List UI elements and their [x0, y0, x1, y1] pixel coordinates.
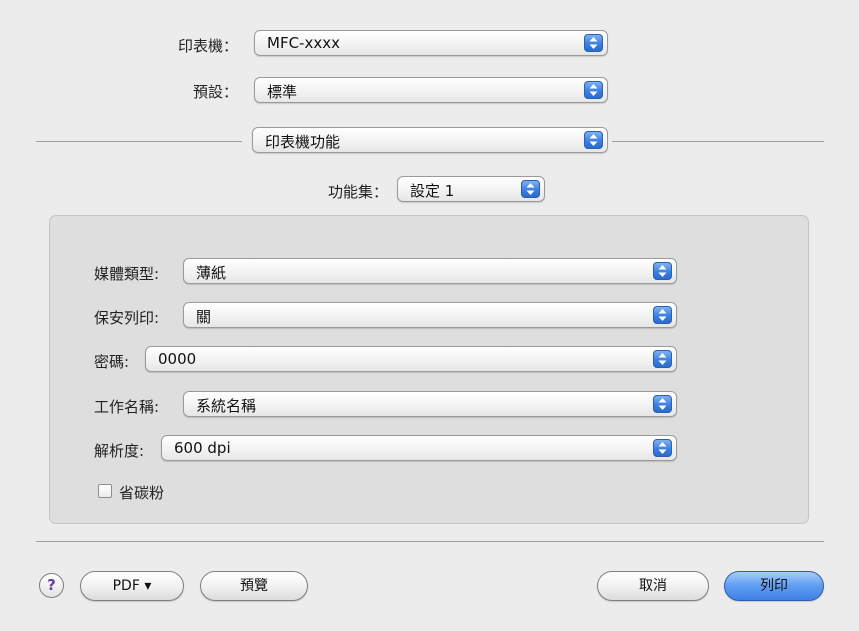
section-divider-left [36, 141, 242, 142]
media-type-value: 薄紙 [196, 264, 227, 282]
preview-button[interactable]: 預覽 [200, 571, 308, 601]
pdf-button[interactable]: PDF ▾ [80, 571, 184, 601]
feature-sets-label: 功能集： [327, 183, 388, 201]
up-down-arrows-icon [584, 34, 603, 52]
print-button[interactable]: 列印 [724, 571, 824, 601]
resolution-popup[interactable]: 600 dpi [161, 435, 677, 461]
presets-value: 標準 [267, 83, 298, 101]
help-icon: ? [47, 576, 56, 594]
resolution-label: 解析度: [94, 442, 145, 460]
password-label: 密碼: [94, 353, 130, 371]
job-name-label: 工作名稱: [94, 398, 160, 416]
up-down-arrows-icon [653, 395, 672, 413]
print-button-label: 列印 [760, 578, 788, 594]
printer-label: 印表機： [177, 37, 238, 55]
preview-button-label: 預覽 [240, 578, 268, 594]
media-type-label: 媒體類型: [94, 265, 160, 283]
resolution-value: 600 dpi [174, 439, 231, 457]
toner-save-label: 省碳粉 [119, 484, 165, 502]
password-popup[interactable]: 0000 [145, 346, 677, 372]
up-down-arrows-icon [653, 350, 672, 368]
toner-save-checkbox[interactable] [98, 484, 112, 498]
secure-print-label: 保安列印: [94, 309, 160, 327]
media-type-popup[interactable]: 薄紙 [183, 258, 677, 284]
section-value: 印表機功能 [265, 133, 341, 151]
footer-divider [36, 541, 824, 542]
presets-label: 預設： [192, 83, 238, 101]
secure-print-value: 關 [196, 308, 212, 326]
up-down-arrows-icon [653, 439, 672, 457]
printer-popup[interactable]: MFC-xxxx [254, 30, 608, 56]
cancel-button[interactable]: 取消 [597, 571, 709, 601]
pdf-button-label: PDF ▾ [112, 578, 152, 594]
presets-popup[interactable]: 標準 [254, 77, 608, 103]
help-button[interactable]: ? [39, 573, 64, 598]
section-divider-right [612, 141, 824, 142]
section-popup[interactable]: 印表機功能 [252, 127, 608, 153]
up-down-arrows-icon [521, 180, 540, 198]
up-down-arrows-icon [653, 262, 672, 280]
cancel-button-label: 取消 [639, 578, 667, 594]
feature-sets-popup[interactable]: 設定 1 [397, 176, 545, 202]
up-down-arrows-icon [653, 306, 672, 324]
feature-sets-value: 設定 1 [410, 182, 455, 200]
password-value: 0000 [158, 350, 197, 368]
job-name-value: 系統名稱 [196, 397, 257, 415]
up-down-arrows-icon [584, 81, 603, 99]
job-name-popup[interactable]: 系統名稱 [183, 391, 677, 417]
secure-print-popup[interactable]: 關 [183, 302, 677, 328]
printer-value: MFC-xxxx [267, 34, 340, 52]
up-down-arrows-icon [584, 131, 603, 149]
